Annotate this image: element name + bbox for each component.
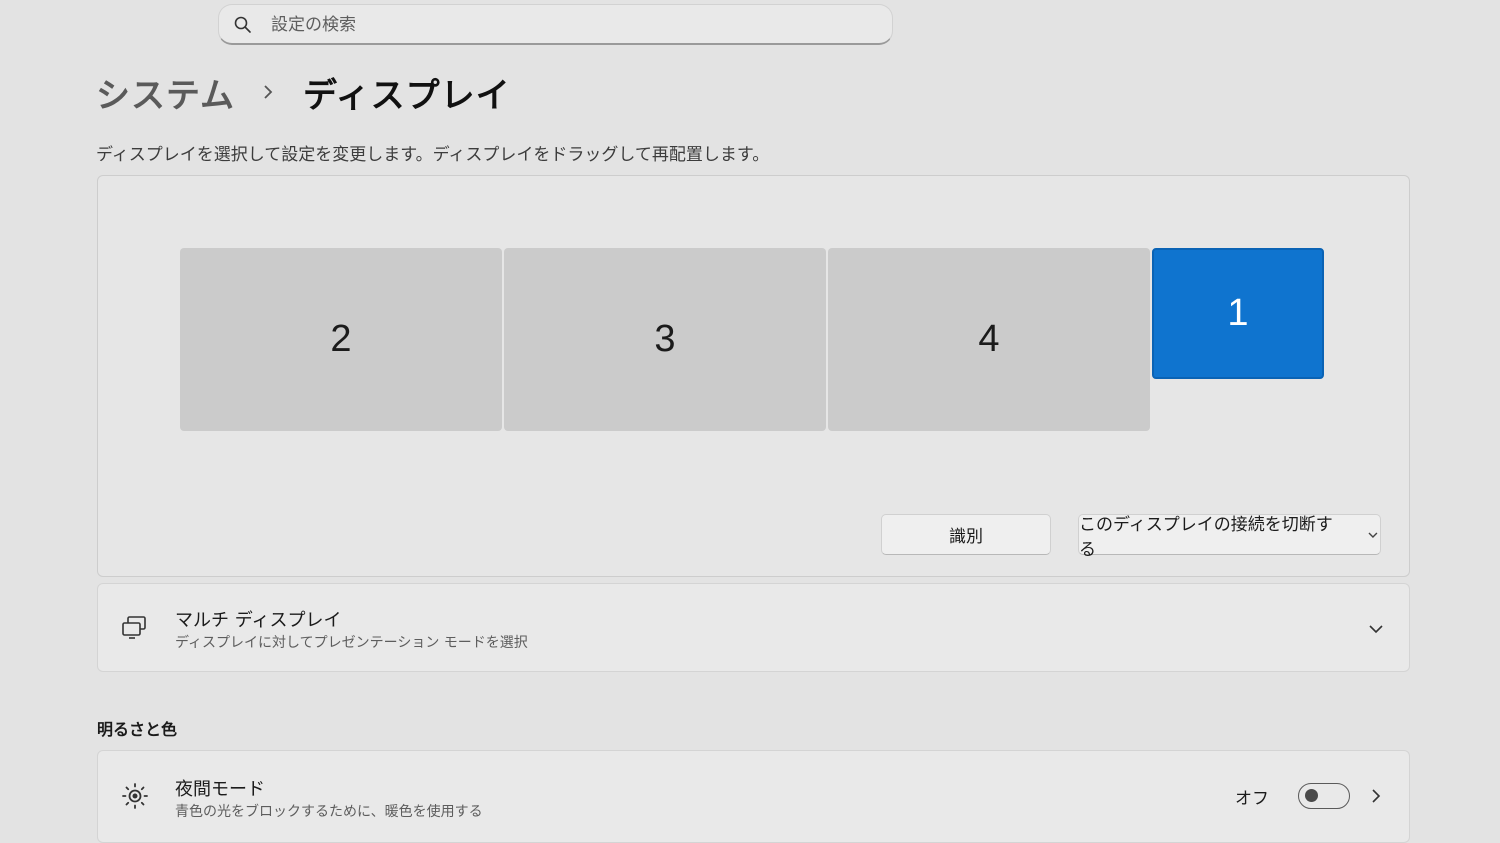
disconnect-display-dropdown[interactable]: このディスプレイの接続を切断する bbox=[1078, 514, 1381, 560]
chevron-down-icon bbox=[1368, 532, 1378, 538]
chevron-right-icon[interactable] bbox=[1367, 787, 1385, 805]
multi-display-card[interactable]: マルチ ディスプレイ ディスプレイに対してプレゼンテーション モードを選択 bbox=[97, 583, 1410, 672]
chevron-down-icon[interactable] bbox=[1367, 620, 1385, 638]
display-number: 2 bbox=[330, 318, 352, 360]
night-light-card[interactable]: 夜間モード 青色の光をブロックするために、暖色を使用する オフ bbox=[97, 750, 1410, 843]
page-title: ディスプレイ bbox=[302, 75, 511, 116]
display-3[interactable]: 3 bbox=[504, 248, 826, 431]
identify-button[interactable]: 識別 bbox=[881, 514, 1051, 555]
search-input[interactable] bbox=[271, 11, 871, 39]
display-2[interactable]: 2 bbox=[180, 248, 502, 431]
search-icon bbox=[234, 16, 251, 33]
display-1[interactable]: 1 bbox=[1152, 248, 1324, 379]
multi-display-icon bbox=[122, 616, 146, 639]
arrangement-description: ディスプレイを選択して設定を変更します。ディスプレイをドラッグして再配置します。 bbox=[96, 145, 770, 165]
breadcrumb-system[interactable]: システム bbox=[96, 68, 235, 117]
toggle-knob bbox=[1305, 789, 1318, 802]
breadcrumb: システム ディスプレイ bbox=[96, 68, 511, 116]
display-number: 1 bbox=[1227, 292, 1249, 334]
identify-button-label: 識別 bbox=[949, 527, 983, 547]
display-4[interactable]: 4 bbox=[828, 248, 1150, 431]
multi-display-title: マルチ ディスプレイ bbox=[175, 610, 342, 631]
brightness-icon bbox=[122, 783, 148, 809]
night-light-toggle[interactable] bbox=[1298, 783, 1350, 809]
disconnect-display-label: このディスプレイの接続を切断する bbox=[1079, 514, 1333, 560]
display-number: 3 bbox=[654, 318, 676, 360]
settings-page: システム ディスプレイ ディスプレイを選択して設定を変更します。ディスプレイをド… bbox=[0, 0, 1500, 843]
night-light-state: オフ bbox=[1235, 789, 1269, 809]
search-box[interactable] bbox=[218, 4, 893, 45]
brightness-color-section-title: 明るさと色 bbox=[97, 720, 178, 739]
display-number: 4 bbox=[978, 318, 1000, 360]
night-light-subtitle: 青色の光をブロックするために、暖色を使用する bbox=[175, 804, 483, 820]
multi-display-subtitle: ディスプレイに対してプレゼンテーション モードを選択 bbox=[175, 635, 528, 651]
display-arrangement-panel: 2 3 4 1 識別 このディスプレイの接続を切断する bbox=[97, 175, 1410, 577]
chevron-right-icon bbox=[264, 85, 273, 99]
night-light-title: 夜間モード bbox=[175, 779, 265, 800]
